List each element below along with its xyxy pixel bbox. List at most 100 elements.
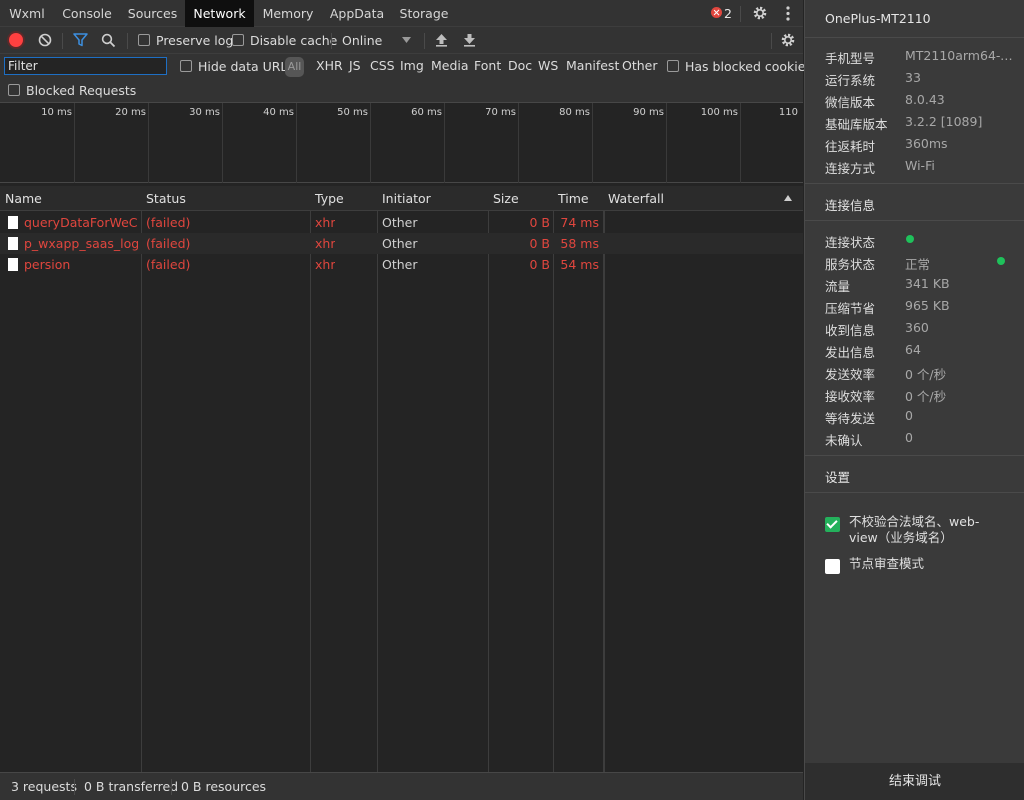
connection-status-dot [906,235,914,243]
info-key: 服务状态 [825,257,876,272]
filter-type-xhr[interactable]: XHR [316,58,343,73]
column-header-time[interactable]: Time [553,186,589,211]
tab-storage[interactable]: Storage [392,0,456,27]
filter-input[interactable] [4,57,167,75]
column-header-initiator[interactable]: Initiator [377,186,431,211]
request-table: Name Status Type Initiator Size Time Wat… [0,186,803,772]
column-header-size[interactable]: Size [488,186,519,211]
filter-type-other[interactable]: Other [622,58,658,73]
clear-icon[interactable] [38,33,52,47]
tab-console[interactable]: Console [54,0,120,27]
disable-cache-label[interactable]: Disable cache [250,33,337,48]
tab-wxml[interactable]: Wxml [0,0,54,27]
tick-label: 110 [778,107,798,118]
tab-appdata[interactable]: AppData [322,0,392,27]
import-har-icon[interactable] [435,33,448,47]
info-key: 收到信息 [825,323,876,338]
request-name[interactable]: queryDataForWeCh... [24,212,138,233]
filter-icon[interactable] [73,33,88,47]
filter-type-manifest[interactable]: Manifest [566,58,619,73]
grid-line [370,103,371,183]
request-type: xhr [315,236,336,251]
dropdown-arrow-icon[interactable] [402,37,411,43]
skip-domain-check-checkbox[interactable] [825,517,840,532]
disable-cache-checkbox[interactable] [232,34,244,46]
preserve-log-label[interactable]: Preserve log [156,33,233,48]
sort-ascending-icon[interactable] [784,195,792,201]
info-value: 64 [905,342,921,357]
export-har-icon[interactable] [463,33,476,47]
grid-line [518,103,519,183]
transferred-size: 0 B transferred [84,779,179,794]
device-name: OnePlus-MT2110 [825,11,931,26]
tick-label: 10 ms [41,107,72,118]
column-header-waterfall[interactable]: Waterfall [603,186,664,211]
request-name[interactable]: p_wxapp_saas_login/ [24,233,138,254]
request-size: 0 B [529,215,550,230]
tab-memory[interactable]: Memory [254,0,322,27]
hide-data-urls-checkbox[interactable] [180,60,192,72]
info-value: 341 KB [905,276,950,291]
column-header-status[interactable]: Status [141,186,186,211]
node-inspect-label[interactable]: 节点审查模式 [849,556,999,572]
preserve-log-checkbox[interactable] [138,34,150,46]
tab-sources[interactable]: Sources [120,0,185,27]
request-time: 74 ms [560,215,599,230]
filter-bar: Hide data URLs All XHR JS CSS Img Media … [0,54,812,103]
info-value: 8.0.43 [905,92,945,107]
divider [74,779,75,795]
search-icon[interactable] [101,33,116,48]
info-key: 压缩节省 [825,301,876,316]
request-size: 0 B [529,236,550,251]
filter-type-css[interactable]: CSS [370,58,395,73]
grid-line [296,103,297,183]
grid-line [666,103,667,183]
info-key: 发出信息 [825,345,876,360]
filter-type-js[interactable]: JS [349,58,361,73]
has-blocked-cookies-label[interactable]: Has blocked cookies [685,59,812,74]
filter-type-doc[interactable]: Doc [508,58,532,73]
filter-type-font[interactable]: Font [474,58,501,73]
table-header: Name Status Type Initiator Size Time Wat… [0,186,803,211]
filter-type-img[interactable]: Img [400,58,424,73]
request-type: xhr [315,257,336,272]
request-initiator: Other [382,215,418,230]
end-debug-button[interactable]: 结束调试 [805,763,1024,800]
filter-type-all[interactable]: All [285,57,304,77]
throttling-select[interactable]: Online [342,33,382,48]
more-options-icon[interactable] [784,6,792,21]
info-key: 连接状态 [825,235,876,250]
divider [805,220,1024,221]
divider [127,33,128,49]
request-status: (failed) [146,215,191,230]
filter-type-media[interactable]: Media [431,58,469,73]
record-icon[interactable] [9,33,23,47]
filter-type-ws[interactable]: WS [538,58,558,73]
table-row[interactable]: queryDataForWeCh... (failed) xhr Other 0… [0,212,803,233]
error-count[interactable]: 2 [724,0,732,27]
blocked-requests-label[interactable]: Blocked Requests [26,83,136,98]
skip-domain-check-label[interactable]: 不校验合法域名、web-view（业务域名） [849,514,999,546]
info-value: 33 [905,70,921,85]
table-row[interactable]: persion (failed) xhr Other 0 B 54 ms [0,254,803,275]
request-name[interactable]: persion [24,254,138,275]
table-row[interactable]: p_wxapp_saas_login/ (failed) xhr Other 0… [0,233,803,254]
column-header-type[interactable]: Type [310,186,344,211]
tick-label: 60 ms [411,107,442,118]
node-inspect-checkbox[interactable] [825,559,840,574]
document-icon [8,237,18,250]
error-icon[interactable] [711,7,722,18]
overview-timeline[interactable]: 10 ms 20 ms 30 ms 40 ms 50 ms 60 ms 70 m… [0,103,803,183]
column-header-name[interactable]: Name [0,186,42,211]
info-value: 3.2.2 [1089] [905,114,983,129]
info-key: 发送效率 [825,367,876,382]
divider [805,183,1024,184]
settings-gear-icon[interactable] [752,5,768,21]
hide-data-urls-label[interactable]: Hide data URLs [198,59,294,74]
resources-size: 0 B resources [181,779,267,794]
tab-network[interactable]: Network [185,0,254,27]
network-settings-gear-icon[interactable] [780,32,796,48]
blocked-requests-checkbox[interactable] [8,84,20,96]
has-blocked-cookies-checkbox[interactable] [667,60,679,72]
request-type: xhr [315,215,336,230]
